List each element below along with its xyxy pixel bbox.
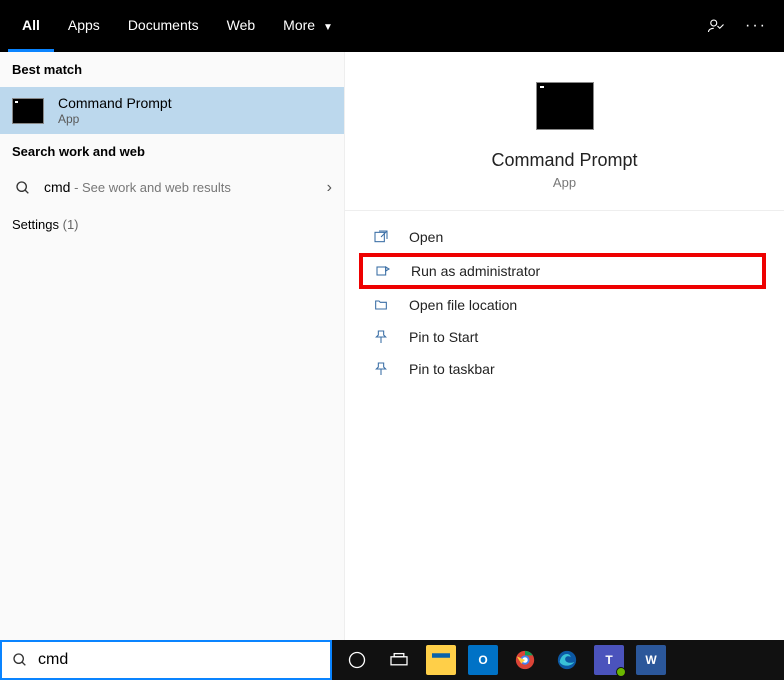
pin-taskbar-icon xyxy=(373,361,399,377)
detail-app-name: Command Prompt xyxy=(491,150,637,171)
result-command-prompt[interactable]: Command Prompt App xyxy=(0,87,344,134)
feedback-icon[interactable] xyxy=(696,0,736,52)
action-pin-start-label: Pin to Start xyxy=(409,329,478,345)
taskbar-cortana-icon[interactable] xyxy=(342,645,372,675)
tab-web[interactable]: Web xyxy=(213,0,270,52)
tab-documents[interactable]: Documents xyxy=(114,0,213,52)
result-title: Command Prompt xyxy=(58,95,172,111)
folder-icon xyxy=(373,297,399,313)
search-work-web-header: Search work and web xyxy=(0,134,344,169)
results-pane: Best match Command Prompt App Search wor… xyxy=(0,52,345,640)
search-filter-tabs: All Apps Documents Web More ▼ ··· xyxy=(0,0,784,52)
detail-pane: Command Prompt App Open Run as administr… xyxy=(345,52,784,640)
more-options-icon[interactable]: ··· xyxy=(736,0,776,52)
command-prompt-icon xyxy=(12,98,44,124)
action-open-label: Open xyxy=(409,229,443,245)
action-run-as-administrator[interactable]: Run as administrator xyxy=(359,253,766,289)
tab-all[interactable]: All xyxy=(8,0,54,52)
settings-label: Settings xyxy=(12,217,59,232)
taskbar-word-icon[interactable]: W xyxy=(636,645,666,675)
search-input[interactable] xyxy=(38,651,320,669)
taskbar: O T W xyxy=(332,640,784,680)
admin-shield-icon xyxy=(375,263,401,279)
chevron-right-icon: › xyxy=(327,179,332,197)
open-icon xyxy=(373,229,399,245)
web-query: cmd xyxy=(44,179,70,195)
tab-more-label: More xyxy=(283,17,315,33)
taskbar-edge-icon[interactable] xyxy=(552,645,582,675)
best-match-header: Best match xyxy=(0,52,344,87)
action-pin-to-start[interactable]: Pin to Start xyxy=(345,321,784,353)
action-open-file-location[interactable]: Open file location xyxy=(345,289,784,321)
chevron-down-icon: ▼ xyxy=(323,22,333,33)
search-bar[interactable] xyxy=(0,640,332,680)
app-thumbnail-icon xyxy=(536,82,594,130)
action-open[interactable]: Open xyxy=(345,221,784,253)
detail-app-type: App xyxy=(553,175,576,190)
pin-start-icon xyxy=(373,329,399,345)
taskbar-file-explorer-icon[interactable] xyxy=(426,645,456,675)
taskbar-taskview-icon[interactable] xyxy=(384,645,414,675)
action-file-loc-label: Open file location xyxy=(409,297,517,313)
search-icon xyxy=(12,652,28,668)
action-pin-taskbar-label: Pin to taskbar xyxy=(409,361,495,377)
tab-apps[interactable]: Apps xyxy=(54,0,114,52)
taskbar-teams-icon[interactable]: T xyxy=(594,645,624,675)
taskbar-chrome-icon[interactable] xyxy=(510,645,540,675)
action-run-admin-label: Run as administrator xyxy=(411,263,540,279)
web-result-cmd[interactable]: cmd - See work and web results › xyxy=(0,169,344,207)
settings-count: (1) xyxy=(63,217,79,232)
search-icon xyxy=(12,180,34,196)
taskbar-outlook-icon[interactable]: O xyxy=(468,645,498,675)
web-hint: - See work and web results xyxy=(70,180,230,195)
settings-category[interactable]: Settings (1) xyxy=(0,207,344,242)
tab-more[interactable]: More ▼ xyxy=(269,0,347,52)
action-pin-to-taskbar[interactable]: Pin to taskbar xyxy=(345,353,784,385)
result-subtitle: App xyxy=(58,112,172,126)
